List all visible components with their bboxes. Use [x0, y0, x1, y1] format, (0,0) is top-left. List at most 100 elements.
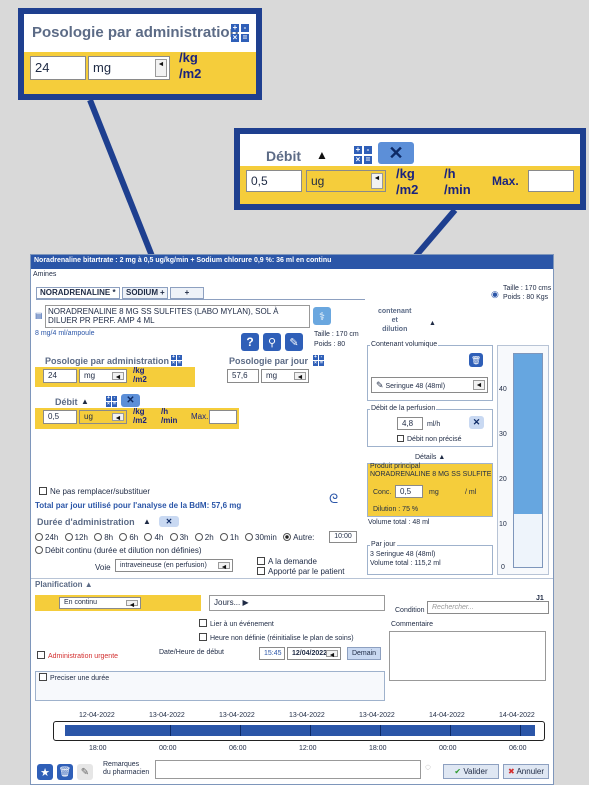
radio-label: Débit continu (durée et dilution non déf… — [45, 546, 202, 555]
start-time-input[interactable]: 15:45 — [259, 647, 285, 660]
gauge-tick-10: 10 — [499, 521, 507, 528]
duree-autre-input[interactable]: 10:00 — [329, 531, 357, 543]
close-icon[interactable]: ✕ — [159, 516, 179, 527]
radio-label: Autre: — [293, 533, 315, 542]
calculator-icon[interactable]: + - × = — [171, 355, 182, 366]
a-la-demande-checkbox[interactable]: A la demande — [257, 557, 317, 566]
pencil-icon[interactable]: ✎ — [77, 764, 93, 780]
apporte-patient-checkbox[interactable]: Apporté par le patient — [257, 567, 345, 576]
signature-icon[interactable]: ᘓ — [329, 491, 338, 507]
heure-non-definie-checkbox[interactable]: Heure non définie (réinitialise le plan … — [199, 633, 354, 642]
lier-evenement-checkbox[interactable]: Lier à un événement — [199, 619, 274, 628]
en-continu-value: En continu — [64, 599, 98, 606]
seringue-select[interactable]: ✎ Seringue 48 (48ml) ◄ — [371, 377, 488, 393]
produit-principal-label: Produit principal — [370, 463, 421, 470]
duree-radio-group[interactable]: 24h 12h 8h 6h 4h 3h 2h 1h 30min Autre: — [35, 533, 314, 542]
pos-admin-unit-select[interactable]: mg ◄ — [79, 369, 127, 383]
max-input[interactable] — [209, 410, 237, 424]
commentaire-textarea[interactable] — [389, 631, 546, 681]
section-amines: Amines — [33, 271, 57, 278]
valider-button[interactable]: ✔ Valider — [443, 764, 499, 779]
radio-1h[interactable]: 1h — [219, 533, 239, 542]
ne-pas-remplacer-checkbox[interactable]: Ne pas remplacer/substituer — [39, 487, 150, 496]
debit-unit-select[interactable]: ug ◄ — [79, 410, 127, 424]
trash-icon[interactable]: 🗑 — [469, 353, 483, 367]
timeline-hour: 06:00 — [229, 745, 247, 752]
lier-evenement-label: Lier à un événement — [210, 621, 274, 628]
details-toggle[interactable]: Détails ▲ — [415, 454, 445, 461]
pencil-icon[interactable]: ✎ — [285, 333, 303, 351]
conc-label: Conc. — [373, 489, 392, 496]
caduceus-icon[interactable]: ⚕ — [313, 307, 331, 325]
radio-3h[interactable]: 3h — [169, 533, 189, 542]
gauge-tick-20: 20 — [499, 476, 507, 483]
tab-label: + — [184, 288, 190, 297]
close-icon[interactable]: ✕ — [121, 394, 140, 407]
sort-arrow-icon[interactable]: ▲ — [143, 517, 151, 526]
trash-icon[interactable]: 🗑 — [57, 764, 73, 780]
calculator-icon[interactable]: + - × = — [106, 396, 117, 407]
voie-value: intraveineuse (en perfusion) — [120, 562, 207, 569]
calculator-icon[interactable]: + - × = — [313, 355, 324, 366]
pos-admin-input[interactable]: 24 — [43, 369, 77, 383]
star-icon[interactable]: ★ — [37, 764, 53, 780]
admin-urgente-checkbox[interactable]: Administration urgente — [37, 651, 118, 660]
condition-search-input[interactable]: Rechercher... — [427, 601, 549, 614]
radio-label: 6h — [129, 533, 139, 542]
radio-4h[interactable]: 4h — [144, 533, 163, 542]
sort-arrow-icon[interactable]: ▲ — [429, 320, 436, 327]
remarques-textarea[interactable] — [155, 760, 421, 779]
pos-jour-input[interactable]: 57,6 — [227, 369, 259, 383]
timeline-date: 13-04-2022 — [149, 712, 185, 719]
debit-input[interactable]: 0,5 — [43, 410, 77, 424]
clock-icon: ◌ — [425, 762, 431, 773]
planification-label: Planification ▲ — [35, 580, 93, 589]
timeline-date: 13-04-2022 — [289, 712, 325, 719]
debit-continu-radio[interactable]: Débit continu (durée et dilution non déf… — [35, 546, 202, 555]
heure-non-definie-label: Heure non définie (réinitialise le plan … — [210, 635, 354, 642]
search-icon[interactable]: ⚲ — [263, 333, 281, 351]
eye-icon[interactable]: ◉ — [491, 289, 499, 300]
radio-autre[interactable]: Autre: — [283, 533, 314, 542]
radio-label: 24h — [45, 533, 59, 542]
radio-label: 1h — [229, 533, 239, 542]
conc-input[interactable]: 0,5 — [395, 485, 423, 498]
jours-button[interactable]: Jours... ▶ — [209, 595, 385, 611]
tab-underline — [36, 299, 365, 300]
radio-8h[interactable]: 8h — [94, 533, 113, 542]
unit-m2: /m2 — [133, 416, 147, 425]
tab-add[interactable]: + — [170, 287, 204, 299]
preciser-duree-checkbox[interactable]: Preciser une durée — [39, 673, 109, 682]
radio-30min[interactable]: 30min — [245, 533, 277, 542]
admin-urgente-label: Administration urgente — [48, 653, 119, 660]
debit-non-precise-checkbox[interactable]: Débit non précisé — [397, 435, 461, 443]
timeline-hour: 00:00 — [159, 745, 177, 752]
radio-6h[interactable]: 6h — [119, 533, 138, 542]
pos-jour-unit-select[interactable]: mg ◄ — [261, 369, 309, 383]
radio-24h[interactable]: 24h — [35, 533, 58, 542]
tab-sodium[interactable]: SODIUM + — [122, 287, 168, 299]
planification-text: Planification — [35, 580, 83, 589]
date-debut-label: Date/Heure de début — [159, 649, 224, 656]
sort-arrow-icon[interactable]: ▲ — [81, 397, 89, 406]
help-icon[interactable]: ? — [241, 333, 259, 351]
pos-admin-label: Posologie par administration — [45, 356, 170, 366]
radio-label: 30min — [255, 533, 277, 542]
tab-noradrenaline[interactable]: NORADRENALINE * — [36, 287, 120, 299]
voie-select[interactable]: intraveineuse (en perfusion) ◄ — [115, 559, 233, 572]
demain-button[interactable]: Demain — [347, 647, 381, 660]
debit-perf-input[interactable]: 4,8 — [397, 417, 423, 430]
tab-plus: + — [160, 288, 165, 297]
debit-non-precise-label: Débit non précisé — [407, 436, 462, 443]
chevron-down-icon: ◄ — [112, 413, 124, 422]
en-continu-select[interactable]: En continu ◄ — [59, 597, 141, 609]
timeline-bar[interactable] — [65, 725, 535, 736]
start-date-select[interactable]: 12/04/2022 ◄ — [287, 647, 341, 660]
annuler-button[interactable]: ✖ Annuler — [503, 764, 549, 779]
close-icon[interactable]: ✕ — [469, 416, 484, 429]
debit-label: Débit — [55, 397, 78, 407]
contenant-title: contenant et dilution — [378, 307, 411, 334]
poids: Poids : 80 Kgs — [503, 294, 549, 301]
radio-2h[interactable]: 2h — [194, 533, 214, 542]
radio-12h[interactable]: 12h — [64, 533, 88, 542]
